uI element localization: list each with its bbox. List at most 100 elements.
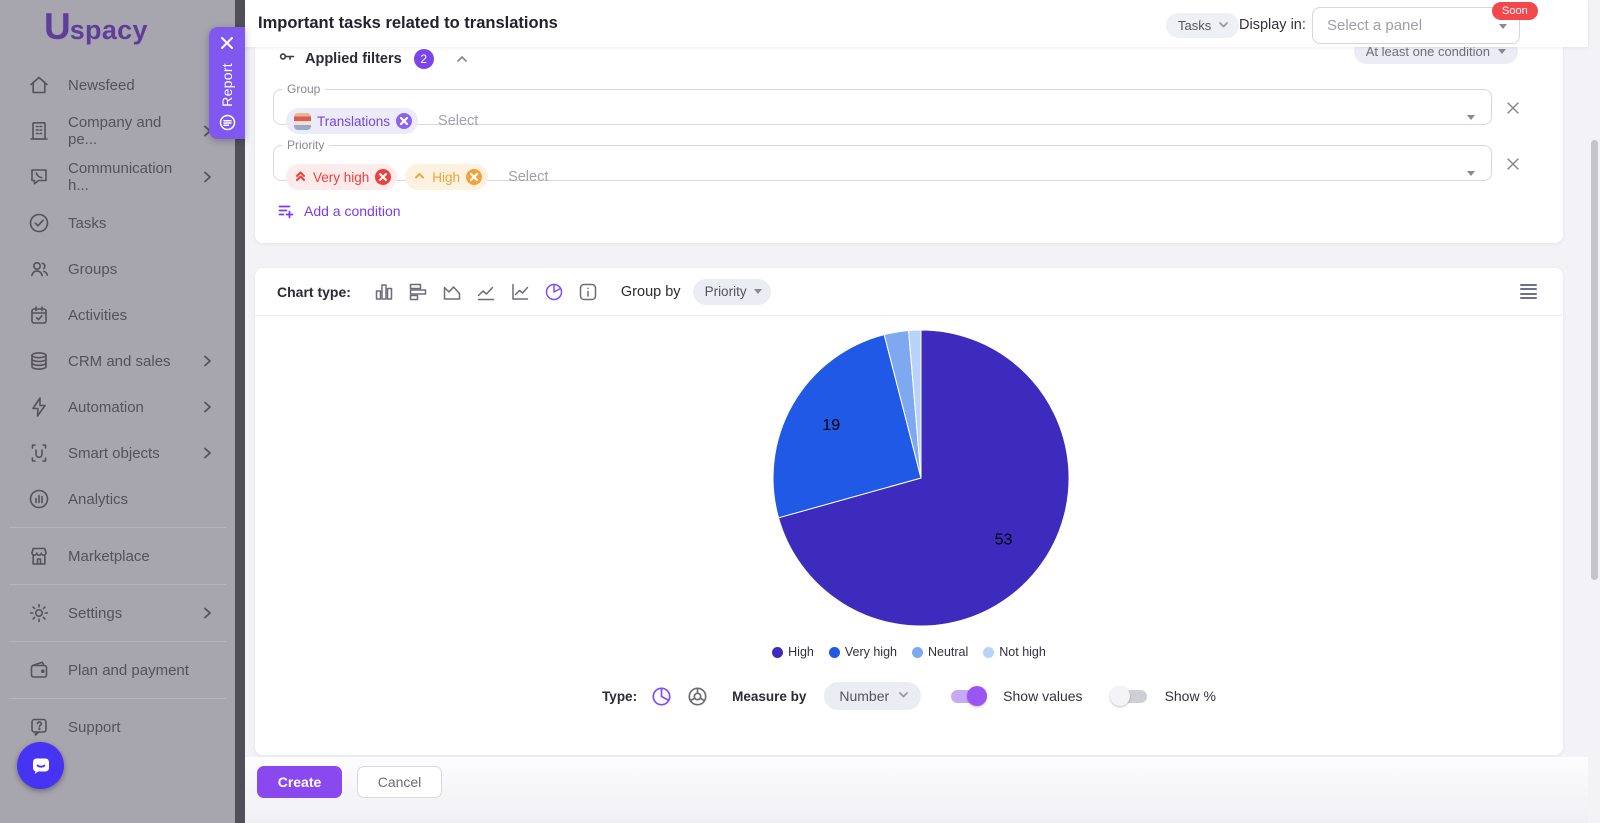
caret-down-icon — [1499, 24, 1507, 29]
type-label: Type: — [602, 689, 637, 704]
report-tab-label: Report — [219, 63, 235, 107]
smart-objects-icon — [27, 441, 51, 465]
group-filter-field[interactable]: Group Translations Select — [273, 82, 1492, 125]
priority-chip-label: High — [432, 170, 460, 185]
priority-filter-field[interactable]: Priority Very high — [273, 138, 1492, 181]
chip-remove-icon[interactable] — [466, 169, 482, 185]
sidebar-item-activities[interactable]: Activities — [0, 292, 235, 338]
dropdown-caret-icon[interactable] — [1467, 115, 1475, 120]
entity-selector-chip[interactable]: Tasks — [1166, 13, 1239, 38]
line-chart-icon[interactable] — [475, 281, 497, 303]
sidebar-item-tasks[interactable]: Tasks — [0, 200, 235, 246]
tasks-icon — [27, 211, 51, 235]
sidebar-item-company-and-pe[interactable]: Company and pe... — [0, 108, 235, 154]
remove-priority-filter-button[interactable] — [1503, 154, 1523, 174]
column-chart-icon[interactable] — [373, 281, 395, 303]
chip-remove-icon[interactable] — [375, 169, 391, 185]
group-chip-translations[interactable]: Translations — [286, 108, 418, 134]
priority-chip-high[interactable]: High — [405, 164, 488, 190]
sidebar-item-automation[interactable]: Automation — [0, 384, 235, 430]
priority-field-label: Priority — [282, 138, 329, 152]
chat-fab-button[interactable] — [17, 742, 64, 789]
group-by-dropdown[interactable]: Priority — [693, 279, 771, 305]
close-icon[interactable] — [220, 36, 234, 55]
report-drawer: Applied filters 2 At least one condition… — [245, 0, 1600, 823]
cancel-button[interactable]: Cancel — [357, 766, 442, 798]
sidebar-item-marketplace[interactable]: Marketplace — [0, 533, 235, 579]
legend-item-not-high[interactable]: Not high — [983, 645, 1046, 659]
dropdown-caret-icon[interactable] — [1467, 171, 1475, 176]
legend-item-very-high[interactable]: Very high — [829, 645, 897, 659]
page-title: Important tasks related to translations — [258, 14, 558, 33]
sidebar-item-label: Newsfeed — [68, 77, 135, 94]
show-percent-toggle[interactable] — [1110, 685, 1150, 707]
sidebar-item-groups[interactable]: Groups — [0, 246, 235, 292]
chip-remove-icon[interactable] — [396, 113, 412, 129]
analytics-icon — [27, 487, 51, 511]
double-chevron-up-icon — [294, 169, 307, 185]
sidebar-item-label: Plan and payment — [68, 662, 189, 679]
chevron-up-icon[interactable] — [455, 52, 469, 66]
bar-chart-icon[interactable] — [407, 281, 429, 303]
sidebar-item-communication-h[interactable]: Communication h... — [0, 154, 235, 200]
chevron-down-icon — [897, 688, 910, 704]
sidebar-item-analytics[interactable]: Analytics — [0, 476, 235, 522]
pie-value-label: 19 — [822, 417, 840, 434]
priority-select-placeholder: Select — [508, 169, 548, 185]
axis-line-chart-icon[interactable] — [509, 281, 531, 303]
add-condition-link[interactable]: Add a condition — [277, 202, 401, 219]
legend-label: High — [788, 645, 814, 659]
chevron-right-icon — [199, 445, 215, 461]
entity-selector-value: Tasks — [1178, 18, 1211, 33]
chart-toolbar: Chart type: — [255, 268, 1563, 316]
caret-down-icon — [754, 289, 762, 294]
number-widget-icon[interactable] — [577, 281, 599, 303]
sidebar-item-plan-and-payment[interactable]: Plan and payment — [0, 647, 235, 693]
support-icon — [27, 715, 51, 739]
group-avatar — [294, 113, 311, 130]
panel-select[interactable]: Select a panel — [1312, 7, 1520, 44]
area-chart-icon[interactable] — [441, 281, 463, 303]
priority-field-row: Very high High Select — [286, 164, 548, 190]
pie-type-icon[interactable] — [650, 685, 673, 708]
chart-controls: Type: Measure by Number Show value — [255, 682, 1563, 710]
chat-bubble-icon — [28, 753, 54, 779]
panel-select-placeholder: Select a panel — [1327, 17, 1422, 34]
sidebar-item-crm-and-sales[interactable]: CRM and sales — [0, 338, 235, 384]
chevron-up-icon — [413, 169, 426, 185]
chart-type-label: Chart type: — [277, 284, 351, 300]
legend-label: Not high — [999, 645, 1046, 659]
donut-type-icon[interactable] — [686, 685, 709, 708]
chart-menu-icon[interactable] — [1516, 280, 1541, 304]
add-filter-icon — [277, 202, 294, 219]
legend-item-high[interactable]: High — [772, 645, 814, 659]
show-values-toggle[interactable] — [948, 685, 988, 707]
measure-dropdown[interactable]: Number — [824, 682, 921, 710]
filter-key-icon — [277, 47, 296, 71]
building-icon — [27, 119, 51, 143]
chevron-right-icon — [199, 353, 215, 369]
sidebar-item-label: Groups — [68, 261, 117, 278]
sidebar-item-newsfeed[interactable]: Newsfeed — [0, 62, 235, 108]
show-values-label: Show values — [1003, 688, 1082, 704]
sidebar-item-label: Smart objects — [68, 445, 160, 462]
report-tab[interactable]: Report — [209, 27, 245, 139]
show-percent-label: Show % — [1165, 688, 1216, 704]
sidebar-item-smart-objects[interactable]: Smart objects — [0, 430, 235, 476]
pie-chart-icon[interactable] — [543, 281, 565, 303]
automation-icon — [27, 395, 51, 419]
sidebar-item-settings[interactable]: Settings — [0, 590, 235, 636]
uspacy-logo[interactable]: U spacy — [44, 6, 148, 48]
chart-type-icons — [373, 281, 599, 303]
create-button[interactable]: Create — [257, 766, 342, 798]
legend-dot — [772, 647, 783, 658]
priority-chip-very-high[interactable]: Very high — [286, 164, 397, 190]
legend-item-neutral[interactable]: Neutral — [912, 645, 968, 659]
scrollbar-thumb[interactable] — [1591, 140, 1598, 580]
group-field-row: Translations Select — [286, 108, 478, 134]
remove-group-filter-button[interactable] — [1503, 98, 1523, 118]
logo-text: spacy — [70, 15, 148, 46]
sidebar-item-label: Analytics — [68, 491, 128, 508]
pie-chart[interactable]: 5319 — [255, 320, 1563, 645]
legend-label: Neutral — [928, 645, 968, 659]
